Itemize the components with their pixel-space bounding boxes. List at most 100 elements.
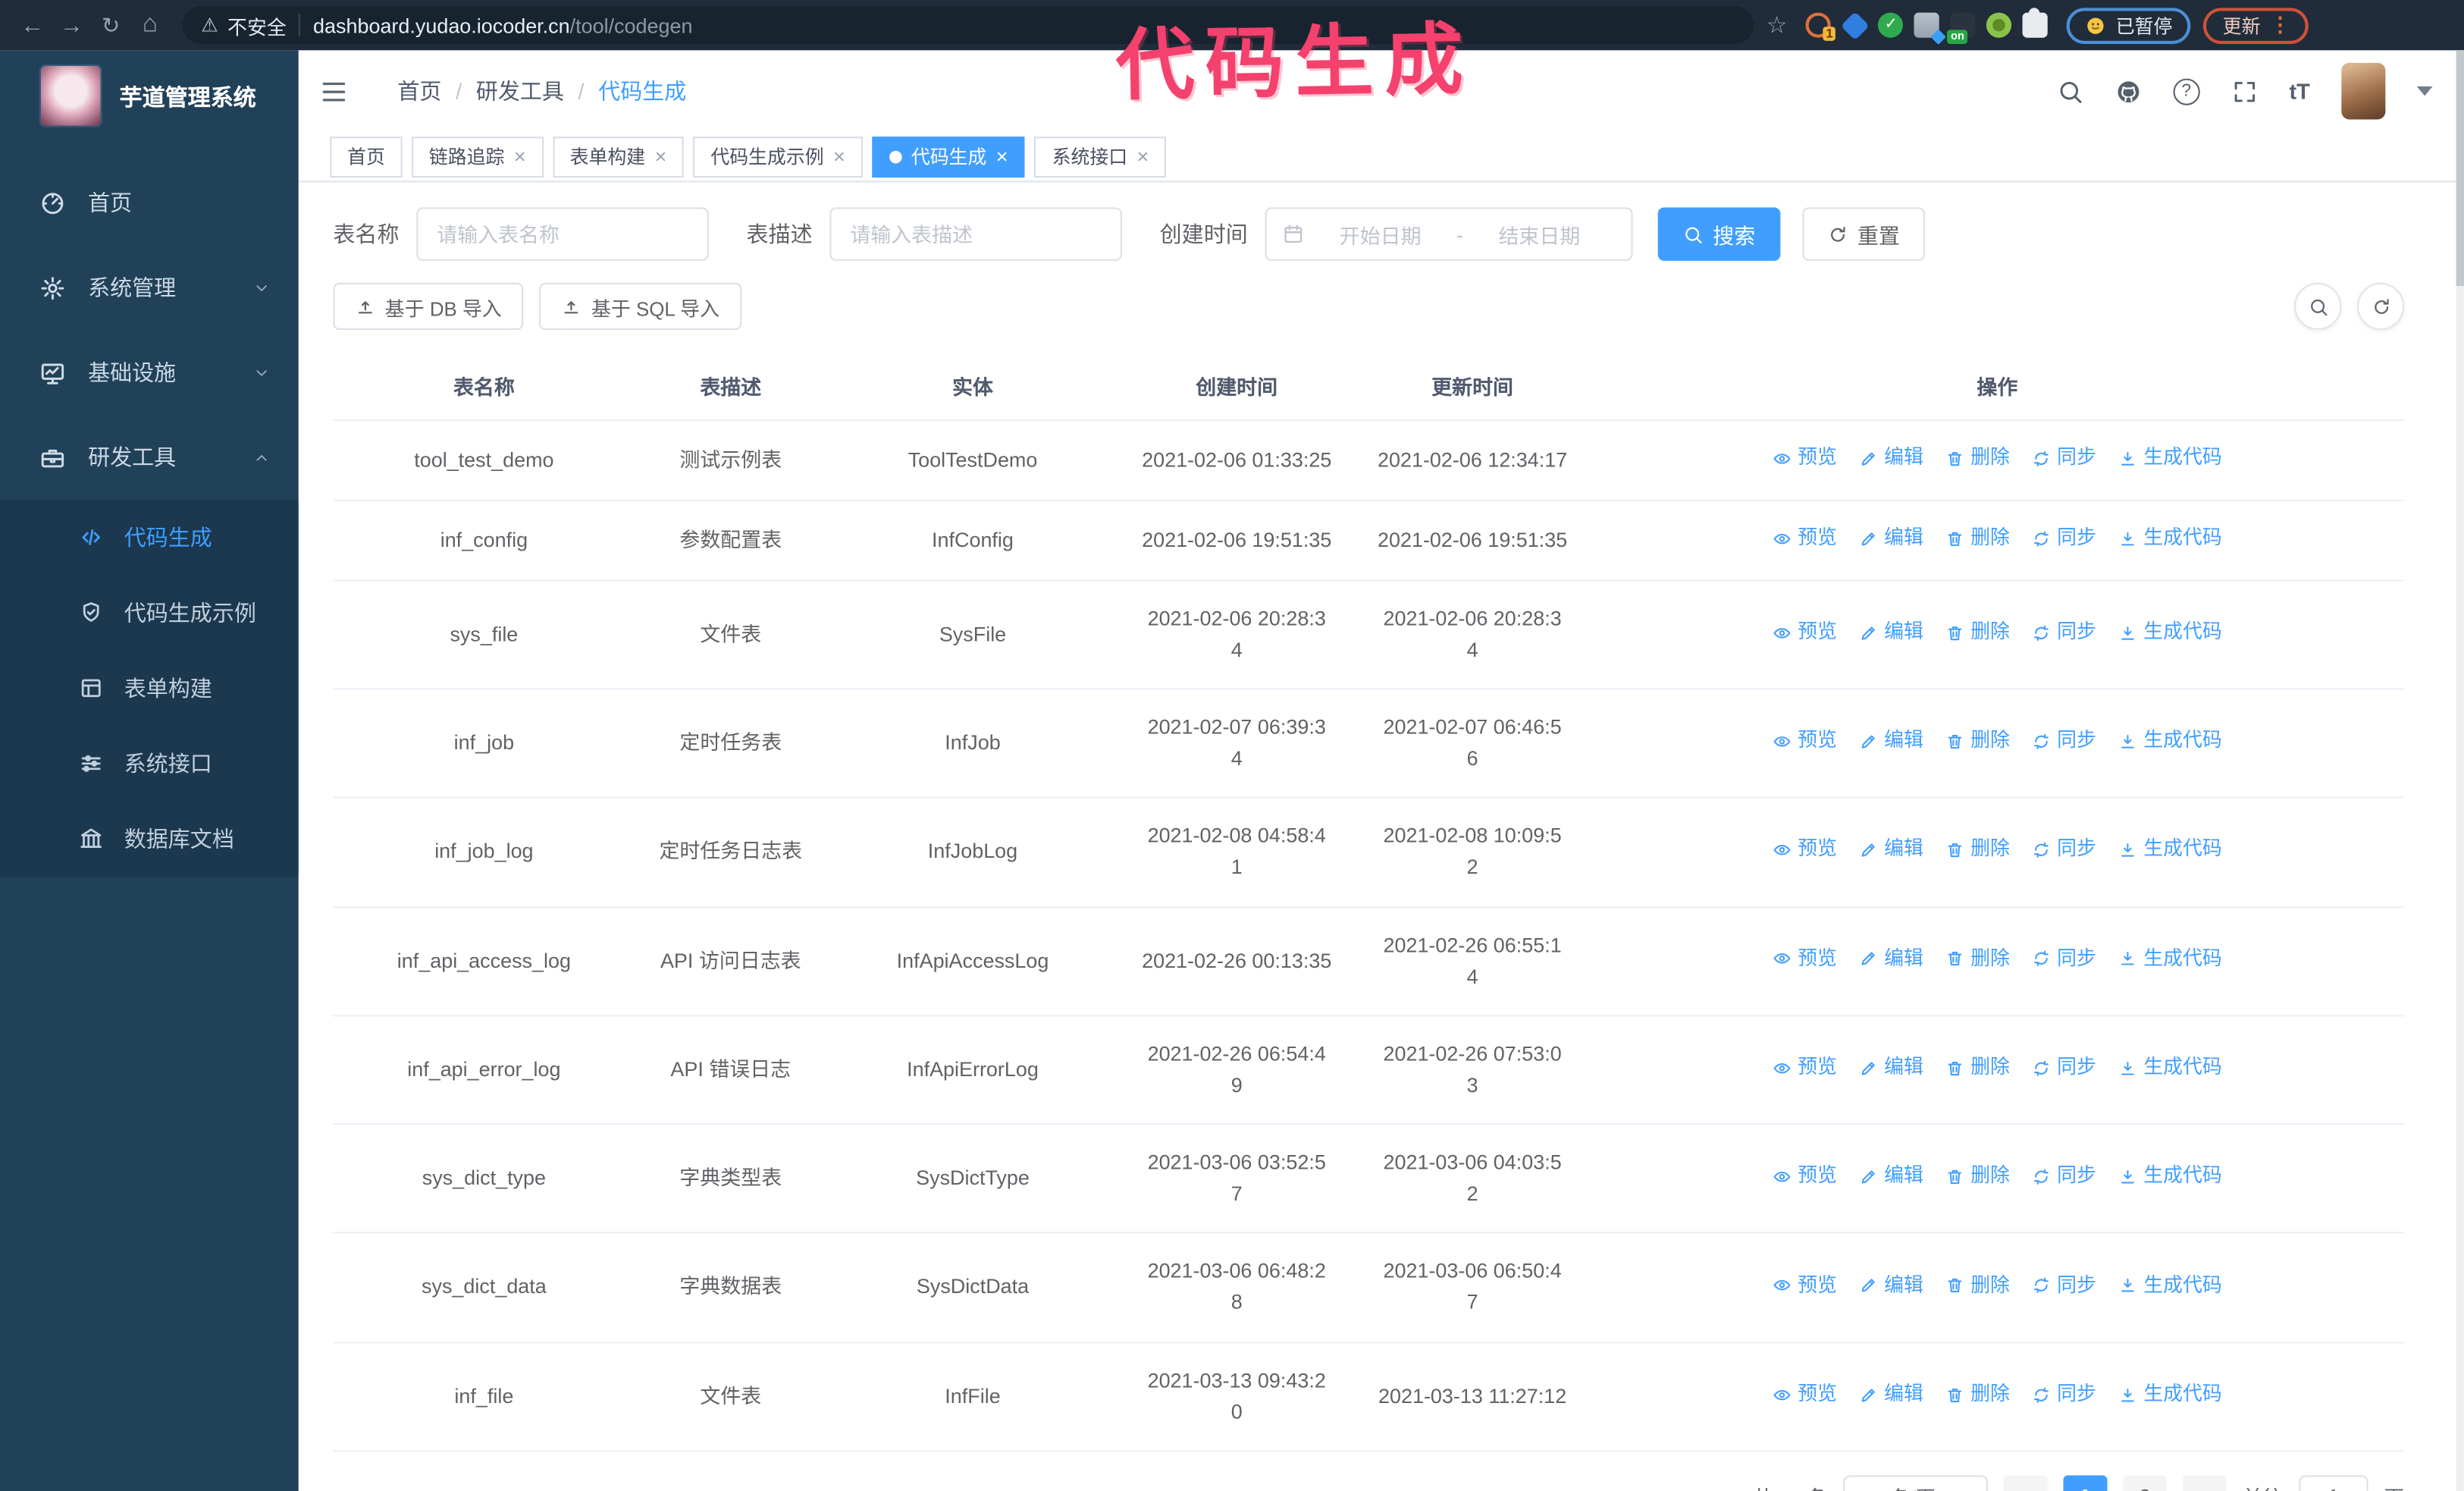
reset-button[interactable]: 重置 [1802,207,1926,261]
edit-action[interactable]: 编辑 [1859,1053,1923,1083]
delete-action[interactable]: 删除 [1945,726,2010,756]
browser-reload-icon[interactable] [91,6,130,44]
edit-action[interactable]: 编辑 [1859,523,1923,554]
close-icon[interactable] [514,145,526,168]
edit-action[interactable]: 编辑 [1859,1162,1923,1192]
delete-action[interactable]: 删除 [1945,1270,2010,1301]
goto-page-input[interactable] [2299,1475,2368,1491]
preview-action[interactable]: 预览 [1773,1162,1837,1192]
sync-action[interactable]: 同步 [2032,523,2096,554]
import-sql-button[interactable]: 基于 SQL 导入 [539,282,741,331]
breadcrumb-item[interactable]: 研发工具 [476,75,564,106]
date-range-picker[interactable]: 开始日期 - 结束日期 [1265,207,1633,261]
sidebar-item-db-doc[interactable]: 数据库文档 [0,802,299,877]
tab-codegen-example[interactable]: 代码生成示例 [693,136,863,177]
sidebar-fold-icon[interactable] [319,76,349,105]
generate-code-action[interactable]: 生成代码 [2118,1270,2222,1301]
tab-tracing[interactable]: 链路追踪 [412,136,544,177]
generate-code-action[interactable]: 生成代码 [2118,523,2222,554]
profile-paused-pill[interactable]: 已暂停 [2067,7,2192,43]
sidebar-item-form-builder[interactable]: 表单构建 [0,651,299,726]
preview-action[interactable]: 预览 [1773,726,1837,756]
table-desc-input[interactable] [829,207,1122,261]
generate-code-action[interactable]: 生成代码 [2118,726,2222,756]
toggle-search-button[interactable] [2294,282,2342,331]
sync-action[interactable]: 同步 [2032,944,2096,975]
extension-icon[interactable] [1986,12,2012,38]
preview-action[interactable]: 预览 [1773,835,1837,865]
delete-action[interactable]: 删除 [1945,1162,2010,1192]
delete-action[interactable]: 删除 [1945,523,2010,554]
browser-back-icon[interactable] [13,6,52,44]
sync-action[interactable]: 同步 [2032,1380,2096,1410]
bookmark-star-icon[interactable] [1766,11,1788,39]
search-icon[interactable] [2057,78,2083,105]
delete-action[interactable]: 删除 [1945,617,2010,648]
delete-action[interactable]: 删除 [1945,1380,2010,1410]
edit-action[interactable]: 编辑 [1859,443,1923,473]
preview-action[interactable]: 预览 [1773,944,1837,975]
sidebar-item-infra[interactable]: 基础设施 [0,330,299,415]
browser-forward-icon[interactable] [52,6,91,44]
preview-action[interactable]: 预览 [1773,1270,1837,1301]
extension-icon[interactable] [1914,12,1940,38]
security-chip[interactable]: 不安全 [201,10,287,39]
page-size-select[interactable]: 10条/页 [1843,1475,1988,1491]
sidebar-item-home[interactable]: 首页 [0,160,299,245]
sidebar-item-system-api[interactable]: 系统接口 [0,726,299,801]
edit-action[interactable]: 编辑 [1859,944,1923,975]
next-page-button[interactable] [2182,1475,2227,1491]
close-icon[interactable] [833,145,845,168]
preview-action[interactable]: 预览 [1773,1380,1837,1410]
edit-action[interactable]: 编辑 [1859,726,1923,756]
address-bar[interactable]: 不安全 dashboard.yudao.iocoder.cn/tool/code… [182,6,1754,45]
edit-action[interactable]: 编辑 [1859,835,1923,865]
sync-action[interactable]: 同步 [2032,835,2096,865]
generate-code-action[interactable]: 生成代码 [2118,1162,2222,1192]
github-icon[interactable] [2114,78,2141,105]
delete-action[interactable]: 删除 [1945,944,2010,975]
update-button[interactable]: 更新 [2203,7,2309,43]
preview-action[interactable]: 预览 [1773,617,1837,648]
caret-down-icon[interactable] [2416,86,2433,96]
edit-action[interactable]: 编辑 [1859,1380,1923,1410]
close-icon[interactable] [1137,145,1149,168]
tab-system-api[interactable]: 系统接口 [1034,136,1167,177]
extensions-puzzle-icon[interactable] [2023,8,2049,38]
sync-action[interactable]: 同步 [2032,617,2096,648]
generate-code-action[interactable]: 生成代码 [2118,1380,2222,1410]
sync-action[interactable]: 同步 [2032,443,2096,473]
edit-action[interactable]: 编辑 [1859,1270,1923,1301]
extension-icon[interactable] [1841,11,1870,41]
tab-home[interactable]: 首页 [330,136,403,177]
sidebar-item-system[interactable]: 系统管理 [0,245,299,330]
preview-action[interactable]: 预览 [1773,523,1837,554]
close-icon[interactable] [996,145,1008,168]
scrollbar-thumb[interactable] [2456,50,2464,287]
sync-action[interactable]: 同步 [2032,1270,2096,1301]
close-icon[interactable] [655,145,667,168]
generate-code-action[interactable]: 生成代码 [2118,835,2222,865]
font-size-icon[interactable]: tT [2289,79,2309,104]
sync-action[interactable]: 同步 [2032,1162,2096,1192]
refresh-table-button[interactable] [2357,282,2405,331]
tab-codegen[interactable]: 代码生成 [872,136,1026,177]
avatar[interactable] [2341,62,2386,120]
delete-action[interactable]: 删除 [1945,835,2010,865]
breadcrumb-item[interactable]: 首页 [397,75,441,106]
app-logo[interactable]: 芋道管理系统 [0,50,299,141]
generate-code-action[interactable]: 生成代码 [2118,1053,2222,1083]
delete-action[interactable]: 删除 [1945,1053,2010,1083]
page-button-1[interactable]: 1 [2063,1475,2108,1491]
tab-form-builder[interactable]: 表单构建 [552,136,685,177]
extension-icon[interactable]: on [1948,12,1977,45]
extension-icon[interactable] [1878,12,1904,38]
help-icon[interactable] [2173,77,2200,105]
generate-code-action[interactable]: 生成代码 [2118,443,2222,473]
window-scrollbar[interactable] [2456,50,2464,1491]
edit-action[interactable]: 编辑 [1859,617,1923,648]
search-button[interactable]: 搜索 [1657,207,1781,261]
page-button-2[interactable]: 2 [2123,1475,2168,1491]
preview-action[interactable]: 预览 [1773,443,1837,473]
prev-page-button[interactable] [2003,1475,2048,1491]
